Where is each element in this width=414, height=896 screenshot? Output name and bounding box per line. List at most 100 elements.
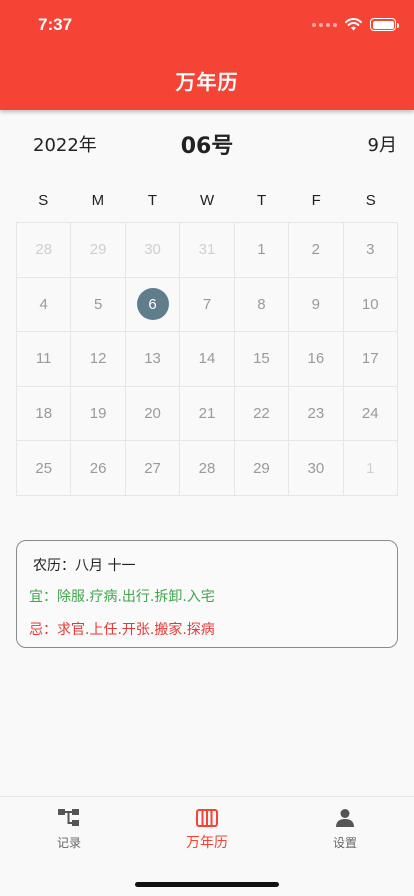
calendar-day[interactable]: 10 [343, 277, 398, 333]
calendar-day-selected[interactable]: 6 [125, 277, 181, 333]
day-number: 3 [366, 241, 375, 259]
day-number: 1 [366, 459, 375, 477]
calendar-day[interactable]: 28 [180, 441, 235, 496]
battery-icon [370, 18, 399, 31]
day-number: 24 [361, 405, 379, 423]
calendar-day[interactable]: 25 [17, 441, 72, 496]
day-number: 15 [253, 350, 270, 368]
calendar-day[interactable]: 24 [343, 386, 398, 442]
day-number: 27 [144, 459, 161, 477]
tab-calendar[interactable]: 万年历 [138, 807, 276, 857]
day-number: 14 [198, 350, 216, 368]
calendar-day[interactable]: 14 [180, 332, 235, 387]
day-number: 8 [257, 295, 266, 313]
tab-settings[interactable]: 设置 [276, 807, 414, 857]
calendar-grid: 28 29 30 31 1 2 3 4 5 6 7 8 9 10 11 12 13 14 15 16 17 18 19 20 2… [16, 222, 398, 496]
home-indicator [135, 882, 279, 887]
calendar-day[interactable]: 12 [71, 332, 126, 387]
day-number: 5 [93, 295, 103, 313]
year-label[interactable]: 2022年 [33, 131, 97, 157]
tab-label: 设置 [332, 836, 357, 850]
calendar-day[interactable]: 26 [71, 441, 126, 496]
page-title: 万年历 [175, 70, 239, 94]
inauspicious-activities: 忌：求官.上任.开张.搬家.探病 [29, 622, 215, 638]
day-number: 23 [307, 405, 325, 423]
calendar-day[interactable]: 8 [234, 277, 290, 333]
tab-label: 万年历 [186, 835, 228, 851]
tab-records[interactable]: 记录 [0, 807, 138, 857]
calendar-day[interactable]: 22 [234, 386, 290, 442]
calendar-day[interactable]: 30 [125, 223, 181, 278]
tab-label: 记录 [56, 836, 81, 850]
calendar-day[interactable]: 19 [71, 386, 126, 442]
day-number: 28 [35, 241, 53, 259]
calendar-day[interactable]: 29 [71, 223, 126, 278]
almanac-card: 农历：八月 十一 宜：除服.疗病.出行.拆卸.入宅 忌：求官.上任.开张.搬家.… [16, 540, 398, 648]
weekday-label: S [38, 192, 49, 209]
weekday-label: F [311, 192, 321, 209]
calendar-day[interactable]: 23 [289, 386, 344, 442]
calendar-columns-icon [195, 807, 219, 829]
calendar-day[interactable]: 3 [343, 223, 398, 278]
day-number: 31 [198, 241, 216, 259]
calendar-day[interactable]: 18 [17, 386, 72, 442]
weekday-header: S M T W T F S [16, 192, 398, 209]
day-number: 17 [361, 350, 379, 368]
bottom-tab-bar: 记录 万年历 设置 [0, 796, 414, 896]
calendar-day[interactable]: 30 [289, 441, 344, 496]
day-number: 30 [144, 241, 161, 259]
day-number: 10 [361, 295, 379, 313]
calendar-day[interactable]: 21 [180, 386, 235, 442]
date-row: 2022年 06号 9月 [0, 126, 414, 160]
calendar-day[interactable]: 29 [234, 441, 290, 496]
calendar-day[interactable]: 4 [17, 277, 72, 333]
weekday-label: T [147, 192, 158, 209]
calendar-day[interactable]: 31 [180, 223, 235, 278]
day-number: 25 [35, 459, 53, 477]
day-number: 30 [307, 459, 325, 477]
calendar-day[interactable]: 1 [343, 441, 398, 496]
wifi-icon [345, 18, 362, 31]
day-number: 19 [89, 405, 107, 423]
calendar-day[interactable]: 1 [234, 223, 290, 278]
day-number: 16 [307, 350, 325, 368]
calendar-day[interactable]: 16 [289, 332, 344, 387]
calendar-day[interactable]: 28 [17, 223, 72, 278]
status-icons [312, 18, 399, 31]
calendar-day[interactable]: 5 [71, 277, 126, 333]
day-number: 29 [89, 241, 107, 259]
calendar-day[interactable]: 2 [289, 223, 344, 278]
app-header: 7:37 万年历 [0, 0, 414, 110]
calendar-day[interactable]: 13 [125, 332, 181, 387]
day-number: 28 [198, 459, 216, 477]
tree-structure-icon [57, 807, 81, 829]
calendar-day[interactable]: 7 [180, 277, 235, 333]
calendar-day[interactable]: 9 [289, 277, 344, 333]
day-number: 21 [198, 405, 216, 423]
auspicious-activities: 宜：除服.疗病.出行.拆卸.入宅 [29, 589, 215, 605]
day-number: 1 [257, 241, 266, 259]
weekday-label: T [257, 192, 267, 209]
day-number: 4 [39, 295, 48, 313]
signal-dots-icon [312, 22, 337, 27]
month-label[interactable]: 9月 [368, 131, 397, 157]
calendar-day[interactable]: 27 [125, 441, 181, 496]
day-number: 12 [89, 350, 107, 368]
calendar-day[interactable]: 17 [343, 332, 398, 387]
day-number: 26 [89, 459, 107, 477]
calendar-day[interactable]: 11 [17, 332, 72, 387]
weekday-label: M [91, 192, 105, 209]
day-number: 29 [253, 459, 270, 477]
day-number: 7 [202, 295, 212, 313]
person-icon [334, 807, 356, 829]
day-number: 20 [144, 405, 161, 423]
day-number: 9 [311, 295, 321, 313]
weekday-label: S [365, 192, 376, 209]
calendar-day[interactable]: 20 [125, 386, 181, 442]
day-number: 11 [35, 350, 52, 368]
day-number: 2 [311, 241, 321, 259]
lunar-date: 农历：八月 十一 [33, 558, 136, 574]
day-number: 13 [144, 350, 161, 368]
status-time: 7:37 [38, 15, 73, 34]
calendar-day[interactable]: 15 [234, 332, 290, 387]
